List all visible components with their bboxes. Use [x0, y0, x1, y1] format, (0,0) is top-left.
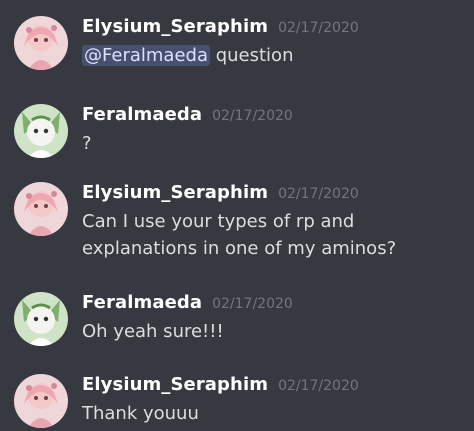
message-content: Oh yeah sure!!! [82, 318, 462, 345]
message-timestamp: 02/17/2020 [278, 20, 359, 36]
user-avatar[interactable] [14, 16, 68, 70]
user-mention[interactable]: @Feralmaeda [82, 45, 210, 66]
message-author[interactable]: Elysium_Seraphim [82, 182, 268, 203]
message-content: Can I use your types of rp and explanati… [82, 208, 462, 262]
message-content: Thank youuu [82, 400, 462, 427]
message-timestamp: 02/17/2020 [212, 296, 293, 312]
message-author[interactable]: Elysium_Seraphim [82, 16, 268, 37]
message-content: ? [82, 130, 462, 157]
user-avatar[interactable] [14, 182, 68, 236]
message-content: @Feralmaeda question [82, 42, 462, 69]
message-text: question [209, 45, 294, 66]
user-avatar[interactable] [14, 292, 68, 346]
message-timestamp: 02/17/2020 [278, 186, 359, 202]
green-white-creature-avatar-icon [14, 292, 68, 346]
pink-anime-avatar-icon [14, 16, 68, 70]
chat-messages: Elysium_Seraphim 02/17/2020 @Feralmaeda q… [0, 0, 474, 431]
user-avatar[interactable] [14, 104, 68, 158]
message-timestamp: 02/17/2020 [278, 378, 359, 394]
message-author[interactable]: Feralmaeda [82, 292, 202, 313]
green-white-creature-avatar-icon [14, 104, 68, 158]
message-text: Oh yeah sure!!! [82, 321, 224, 342]
pink-anime-avatar-icon [14, 374, 68, 428]
message-timestamp: 02/17/2020 [212, 108, 293, 124]
message-text: ? [82, 133, 92, 154]
message-author[interactable]: Feralmaeda [82, 104, 202, 125]
message-text: Thank youuu [82, 403, 199, 424]
message-text: Can I use your types of rp and explanati… [82, 211, 397, 259]
user-avatar[interactable] [14, 374, 68, 428]
message-author[interactable]: Elysium_Seraphim [82, 374, 268, 395]
pink-anime-avatar-icon [14, 182, 68, 236]
